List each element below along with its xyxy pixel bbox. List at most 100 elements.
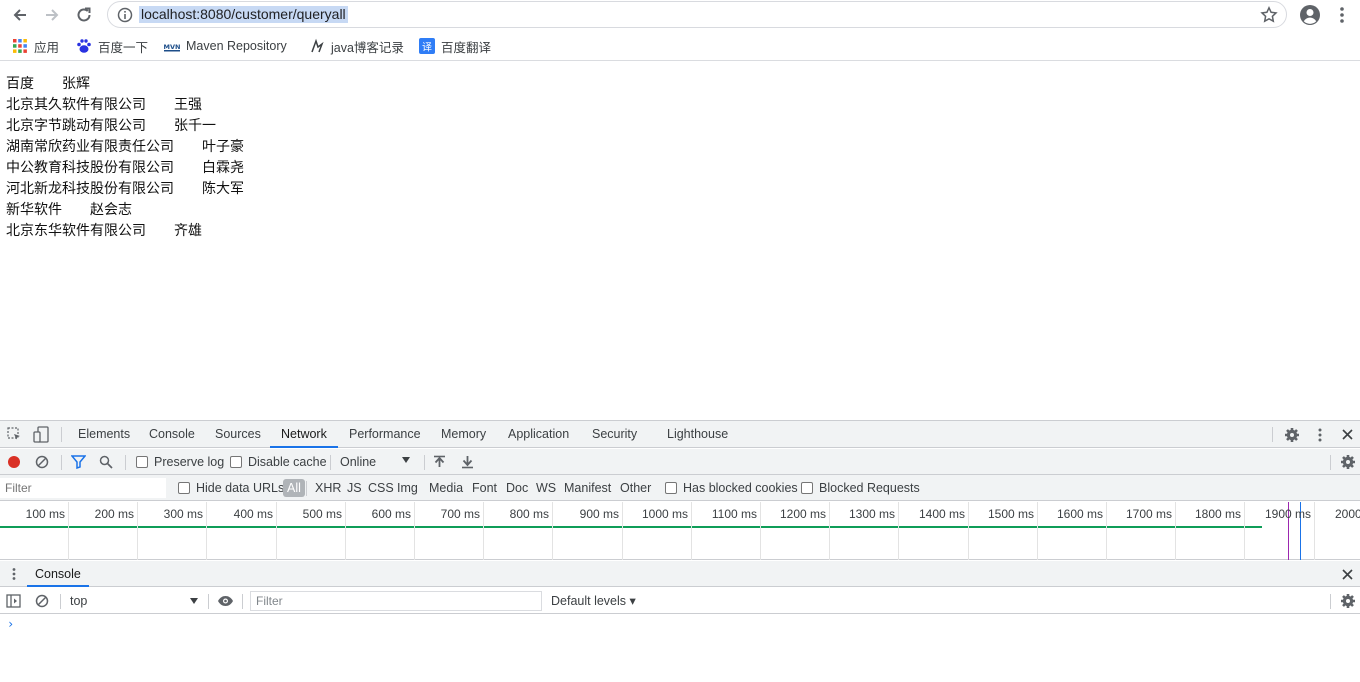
company-name: 北京东华软件有限公司 [6,223,146,239]
search-icon[interactable] [99,455,113,469]
forward-arrow-icon [46,9,59,21]
timeline-gridline [622,502,623,560]
clear-console-icon[interactable] [35,594,49,608]
filter-type-xhr[interactable]: XHR [315,475,341,501]
site-info-icon[interactable] [117,7,133,23]
filter-type-ws[interactable]: WS [536,475,556,501]
hide-data-urls-checkbox[interactable]: Hide data URLs [178,475,284,501]
tab-console[interactable]: Console [149,421,195,448]
bookmark-baidu-translate[interactable]: 译 百度翻译 [419,37,491,55]
filter-type-doc[interactable]: Doc [506,475,528,501]
filter-type-manifest[interactable]: Manifest [564,475,611,501]
timeline-tick-label: 800 ms [509,507,549,521]
drawer-menu-icon[interactable] [8,567,20,581]
apps-grid-icon [13,39,27,53]
company-name: 中公教育科技股份有限公司 [6,160,174,176]
bookmark-baidu[interactable]: 百度一下 [76,37,148,55]
contact-name: 王强 [174,97,202,113]
back-button[interactable] [7,3,33,27]
network-overview-timeline[interactable]: 100 ms 200 ms 300 ms 400 ms 500 ms 600 ms 700 … [0,502,1360,560]
filter-funnel-icon[interactable] [71,455,86,469]
bookmark-java-blog[interactable]: java博客记录 [309,37,404,55]
network-settings-gear-icon[interactable] [1340,454,1356,470]
live-expression-eye-icon[interactable] [217,595,234,607]
reload-button[interactable] [71,3,97,27]
browser-menu-icon[interactable] [1334,5,1350,25]
timeline-gridline [898,502,899,560]
timeline-tick-label: 1900 ms [1264,507,1311,521]
tab-sources[interactable]: Sources [215,421,261,448]
checkbox-box[interactable] [136,456,148,468]
filter-type-css[interactable]: CSS [368,475,394,501]
timeline-gridline [276,502,277,560]
timeline-tick-label: 1400 ms [918,507,965,521]
disable-cache-checkbox[interactable]: Disable cache [230,449,327,475]
checkbox-box[interactable] [665,482,677,494]
export-har-icon[interactable] [461,455,474,469]
tab-network[interactable]: Network [270,421,338,448]
filter-type-other[interactable]: Other [620,475,651,501]
timeline-gridline [206,502,207,560]
forward-button[interactable] [39,3,65,27]
filter-type-all[interactable]: All [283,479,305,497]
contact-name: 白霖尧 [202,160,244,176]
url-text[interactable]: localhost:8080/customer/queryall [139,6,348,23]
drawer-tab-console[interactable]: Console [27,561,89,587]
import-har-icon[interactable] [433,455,446,469]
filter-type-font[interactable]: Font [472,475,497,501]
tab-application[interactable]: Application [508,421,569,448]
tab-performance[interactable]: Performance [349,421,421,448]
browser-toolbar: localhost:8080/customer/queryall [0,0,1360,30]
tab-lighthouse[interactable]: Lighthouse [667,421,728,448]
timeline-tick-label: 1500 ms [987,507,1034,521]
back-arrow-icon [13,9,26,21]
clear-icon[interactable] [35,455,49,469]
company-name: 北京其久软件有限公司 [6,97,146,113]
bookmark-label: 百度翻译 [441,40,492,55]
address-bar[interactable]: localhost:8080/customer/queryall [107,1,1287,28]
network-toolbar: Preserve log Disable cache Online [0,449,1360,475]
customer-row: 中公教育科技股份有限公司 白霖尧 [6,159,244,180]
devtools-panel: Elements Console Sources Network Perform… [0,420,1360,682]
log-levels-select[interactable]: Default levels ▾ [551,591,636,611]
bookmark-star-icon[interactable] [1260,6,1278,24]
checkbox-box[interactable] [178,482,190,494]
tab-elements[interactable]: Elements [78,421,130,448]
console-sidebar-icon[interactable] [6,594,21,608]
throttling-select[interactable]: Online [340,449,414,475]
has-blocked-cookies-label: Has blocked cookies [683,481,798,495]
tab-security[interactable]: Security [592,421,637,448]
tab-memory[interactable]: Memory [441,421,486,448]
filter-type-media[interactable]: Media [429,475,463,501]
close-devtools-icon[interactable] [1341,428,1354,441]
record-icon[interactable] [7,455,21,469]
profile-avatar-icon[interactable] [1299,4,1321,26]
network-filter-input[interactable] [0,478,166,498]
console-settings-gear-icon[interactable] [1340,593,1356,609]
bookmark-maven[interactable]: MVN Maven Repository [164,37,287,55]
filter-type-img[interactable]: Img [397,475,418,501]
customer-row: 湖南常欣药业有限责任公司 叶子豪 [6,138,244,159]
company-name: 河北新龙科技股份有限公司 [6,181,174,197]
devtools-more-icon[interactable] [1313,427,1327,443]
timeline-gridline [1175,502,1176,560]
settings-gear-icon[interactable] [1284,427,1300,443]
blocked-requests-checkbox[interactable]: Blocked Requests [801,475,920,501]
checkbox-box[interactable] [230,456,242,468]
filter-type-js[interactable]: JS [347,475,362,501]
checkbox-box[interactable] [801,482,813,494]
bookmark-label: Maven Repository [186,39,287,53]
inspect-element-icon[interactable] [7,427,22,442]
timeline-tick-label: 900 ms [579,507,619,521]
company-name: 百度 [6,76,34,92]
console-filter-input[interactable]: Filter [250,591,542,611]
has-blocked-cookies-checkbox[interactable]: Has blocked cookies [665,475,798,501]
timeline-tick-label: 1300 ms [848,507,895,521]
bookmark-apps[interactable]: 应用 [12,37,59,55]
company-name: 湖南常欣药业有限责任公司 [6,139,174,155]
close-drawer-icon[interactable] [1341,568,1354,581]
device-toolbar-icon[interactable] [33,426,49,443]
preserve-log-checkbox[interactable]: Preserve log [136,449,224,475]
console-prompt[interactable]: › [7,617,14,631]
js-context-select[interactable]: top [64,591,204,611]
